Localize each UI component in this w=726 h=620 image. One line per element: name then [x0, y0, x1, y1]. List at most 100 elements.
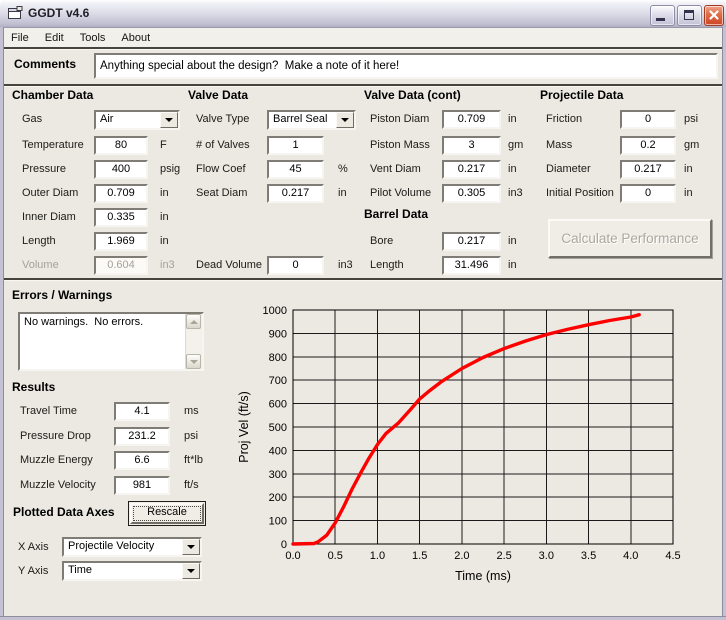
projectile-data-mass-unit: gm: [684, 139, 700, 151]
chamber-data-gas-label: Gas: [22, 113, 43, 125]
valve-data-valve-type-dropdown[interactable]: Barrel Seal: [267, 110, 356, 130]
scrollbar-up-icon[interactable]: [186, 314, 201, 329]
x-tick-label: 1.5: [412, 550, 427, 562]
result-travel-time-label: Travel Time: [20, 405, 78, 417]
projectile-data-initial-position-field[interactable]: 0: [620, 184, 676, 203]
dropdown-arrow-icon[interactable]: [182, 563, 200, 579]
projectile-data-mass-label: Mass: [546, 139, 573, 151]
separator: [0, 278, 726, 280]
projectile-data-diameter-unit: in: [684, 163, 693, 175]
chamber-data-length-unit: in: [160, 235, 169, 247]
chamber-data-gas-dropdown[interactable]: Air: [94, 110, 180, 130]
chamber-data-inner-diam-unit: in: [160, 211, 169, 223]
valve-data-cont-piston-diam-unit: in: [508, 113, 517, 125]
dropdown-arrow-icon[interactable]: [160, 112, 178, 128]
projectile-data-diameter-field[interactable]: 0.217: [620, 160, 676, 179]
calculate-performance-button: Calculate Performance: [548, 219, 712, 258]
maximize-icon: [684, 10, 694, 20]
chamber-data-length-field[interactable]: 1.969: [94, 232, 148, 251]
menu-tools[interactable]: Tools: [72, 29, 114, 48]
result-pressure-drop-unit: psi: [184, 430, 199, 442]
comments-label: Comments: [14, 57, 77, 71]
chamber-data-volume-field: 0.604: [94, 256, 148, 275]
valve-data-valve-type-label: Valve Type: [196, 113, 250, 125]
projectile-data-initial-position-unit: in: [684, 187, 693, 199]
y-tick-label: 800: [269, 352, 287, 364]
plotted-data-axes-heading: Plotted Data Axes: [13, 505, 115, 519]
barrel-data-heading: Barrel Data: [364, 207, 429, 221]
errors-scrollbar[interactable]: [185, 314, 202, 369]
x-tick-label: 0.5: [328, 550, 343, 562]
projectile-data-diameter-label: Diameter: [546, 163, 591, 175]
valve-data-cont-heading: Valve Data (cont): [364, 88, 461, 102]
y-tick-label: 600: [269, 399, 287, 411]
x-tick-label: 4.0: [623, 550, 638, 562]
valve-data-cont-pilot-volume-field[interactable]: 0.305: [442, 184, 501, 203]
chamber-data-gas-dropdown-value: Air: [100, 113, 114, 125]
chamber-data-outer-diam-field[interactable]: 0.709: [94, 184, 148, 203]
y-axis-label: Y Axis: [18, 565, 49, 577]
valve-data-cont-vent-diam-label: Vent Diam: [370, 163, 421, 175]
valve-data-cont-bore-label: Bore: [370, 235, 394, 247]
menu-about[interactable]: About: [113, 29, 158, 48]
projectile-data-mass-field[interactable]: 0.2: [620, 136, 676, 155]
valve-data-flow-coef-unit: %: [338, 163, 348, 175]
y-axis-dropdown[interactable]: Time: [62, 561, 202, 581]
valve-data-cont-length-field[interactable]: 31.496: [442, 256, 501, 275]
chamber-data-pressure-label: Pressure: [22, 163, 67, 175]
valve-data-cont-bore-field[interactable]: 0.217: [442, 232, 501, 251]
y-axis-dropdown-value: Time: [68, 564, 93, 576]
maximize-button[interactable]: [677, 5, 702, 26]
menu-edit[interactable]: Edit: [37, 29, 72, 48]
x-axis-dropdown[interactable]: Projectile Velocity: [62, 537, 202, 557]
valve-data-cont-vent-diam-field[interactable]: 0.217: [442, 160, 501, 179]
chamber-data-inner-diam-field[interactable]: 0.335: [94, 208, 148, 227]
close-button[interactable]: [704, 5, 724, 26]
dropdown-arrow-icon[interactable]: [182, 539, 200, 555]
result-muzzle-energy-unit: ft*lb: [184, 454, 203, 466]
comments-input[interactable]: [94, 53, 718, 79]
y-axis-title: Proj Vel (ft/s): [237, 391, 251, 463]
valve-data-dead-volume-field[interactable]: 0: [267, 256, 324, 275]
chamber-data-pressure-field[interactable]: 400: [94, 160, 148, 179]
y-tick-label: 700: [269, 375, 287, 387]
valve-data-dead-volume-label: Dead Volume: [196, 259, 263, 271]
window-title: GGDT v4.6: [28, 6, 90, 20]
valve-data-flow-coef-field[interactable]: 45: [267, 160, 324, 179]
result-muzzle-velocity-field: 981: [114, 476, 170, 495]
projectile-data-friction-field[interactable]: 0: [620, 110, 676, 129]
valve-data-of-valves-field[interactable]: 1: [267, 136, 324, 155]
chamber-data-temperature-field[interactable]: 80: [94, 136, 148, 155]
separator: [0, 47, 726, 49]
valve-data-cont-piston-diam-field[interactable]: 0.709: [442, 110, 501, 129]
valve-data-seat-diam-unit: in: [338, 187, 347, 199]
menu-file[interactable]: File: [3, 29, 37, 48]
result-pressure-drop-label: Pressure Drop: [20, 430, 91, 442]
minimize-button[interactable]: [650, 5, 675, 26]
scrollbar-down-icon[interactable]: [186, 354, 201, 369]
x-tick-label: 3.5: [581, 550, 596, 562]
y-tick-label: 400: [269, 445, 287, 457]
rescale-button[interactable]: Rescale: [128, 501, 206, 526]
chamber-data-volume-unit: in3: [160, 259, 175, 271]
result-travel-time-unit: ms: [184, 405, 199, 417]
valve-data-seat-diam-label: Seat Diam: [196, 187, 248, 199]
valve-data-cont-piston-mass-field[interactable]: 3: [442, 136, 501, 155]
valve-data-cont-vent-diam-unit: in: [508, 163, 517, 175]
x-tick-label: 0.0: [285, 550, 300, 562]
app-window: GGDT v4.6 FileEditToolsAbout Comments Ch…: [0, 0, 726, 620]
chamber-data-outer-diam-unit: in: [160, 187, 169, 199]
result-muzzle-energy-label: Muzzle Energy: [20, 454, 93, 466]
y-tick-label: 200: [269, 492, 287, 504]
valve-data-cont-length-unit: in: [508, 259, 517, 271]
valve-data-seat-diam-field[interactable]: 0.217: [267, 184, 324, 203]
x-axis-label: X Axis: [18, 541, 49, 553]
projectile-data-friction-label: Friction: [546, 113, 583, 125]
valve-data-cont-piston-mass-label: Piston Mass: [370, 139, 430, 151]
window-frame: [0, 27, 4, 620]
valve-data-dead-volume-unit: in3: [338, 259, 353, 271]
valve-data-of-valves-label: # of Valves: [196, 139, 250, 151]
x-axis-title: Time (ms): [455, 569, 511, 583]
dropdown-arrow-icon[interactable]: [336, 112, 354, 128]
valve-data-cont-length-label: Length: [370, 259, 404, 271]
